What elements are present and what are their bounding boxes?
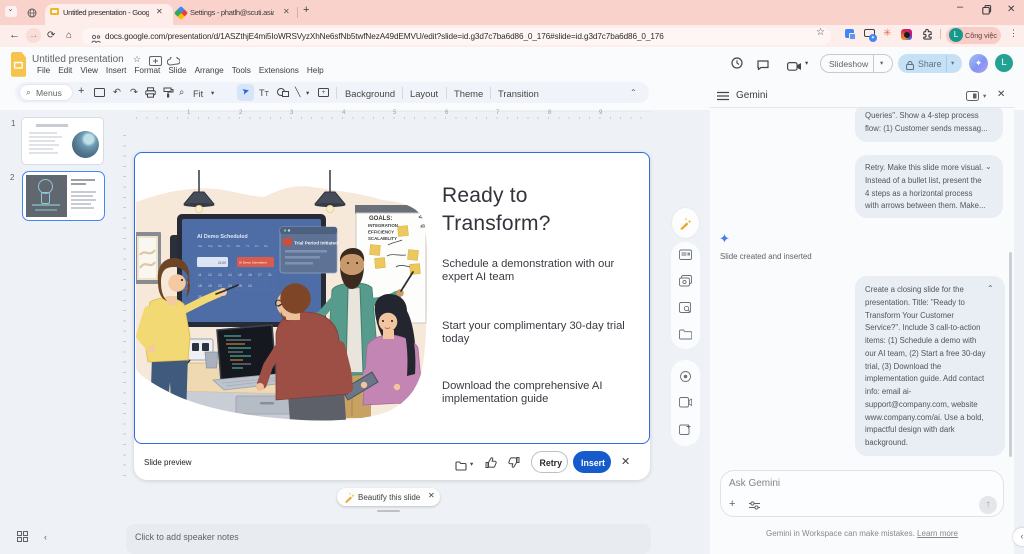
- svg-text:We: We: [236, 244, 241, 248]
- svg-text:Sun: Sun: [208, 244, 214, 248]
- svg-text:17: 17: [258, 273, 262, 277]
- svg-text:11: 11: [198, 273, 202, 277]
- svg-text:Sat: Sat: [198, 244, 203, 248]
- svg-text:15: 15: [238, 273, 242, 277]
- svg-text:Mo: Mo: [218, 244, 222, 248]
- svg-text:19: 19: [208, 284, 212, 288]
- svg-text:Th: Th: [246, 244, 250, 248]
- svg-text:SCALABILITY: SCALABILITY: [368, 236, 397, 241]
- svg-text:Fri: Fri: [255, 244, 259, 248]
- svg-text:13: 13: [218, 273, 222, 277]
- svg-text:21: 21: [268, 273, 272, 277]
- svg-text:14: 14: [228, 273, 232, 277]
- svg-text:AI Demo Scheduled: AI Demo Scheduled: [197, 234, 248, 240]
- svg-text:21:00: 21:00: [218, 261, 226, 265]
- svg-text:Trial Period Initiated: Trial Period Initiated: [294, 241, 338, 246]
- svg-text:AI Demo Scheduled: AI Demo Scheduled: [239, 261, 267, 265]
- svg-text:Sa: Sa: [264, 244, 268, 248]
- svg-text:12: 12: [208, 273, 212, 277]
- svg-text:Tu: Tu: [227, 244, 231, 248]
- svg-text:24: 24: [248, 284, 252, 288]
- svg-text:INTEGRATION,: INTEGRATION,: [368, 223, 399, 228]
- svg-text:23: 23: [218, 284, 222, 288]
- svg-text:18: 18: [198, 284, 202, 288]
- svg-text:16: 16: [248, 273, 252, 277]
- svg-text:EFFICIENCY: EFFICIENCY: [368, 230, 394, 235]
- svg-text:GOALS:: GOALS:: [369, 216, 392, 222]
